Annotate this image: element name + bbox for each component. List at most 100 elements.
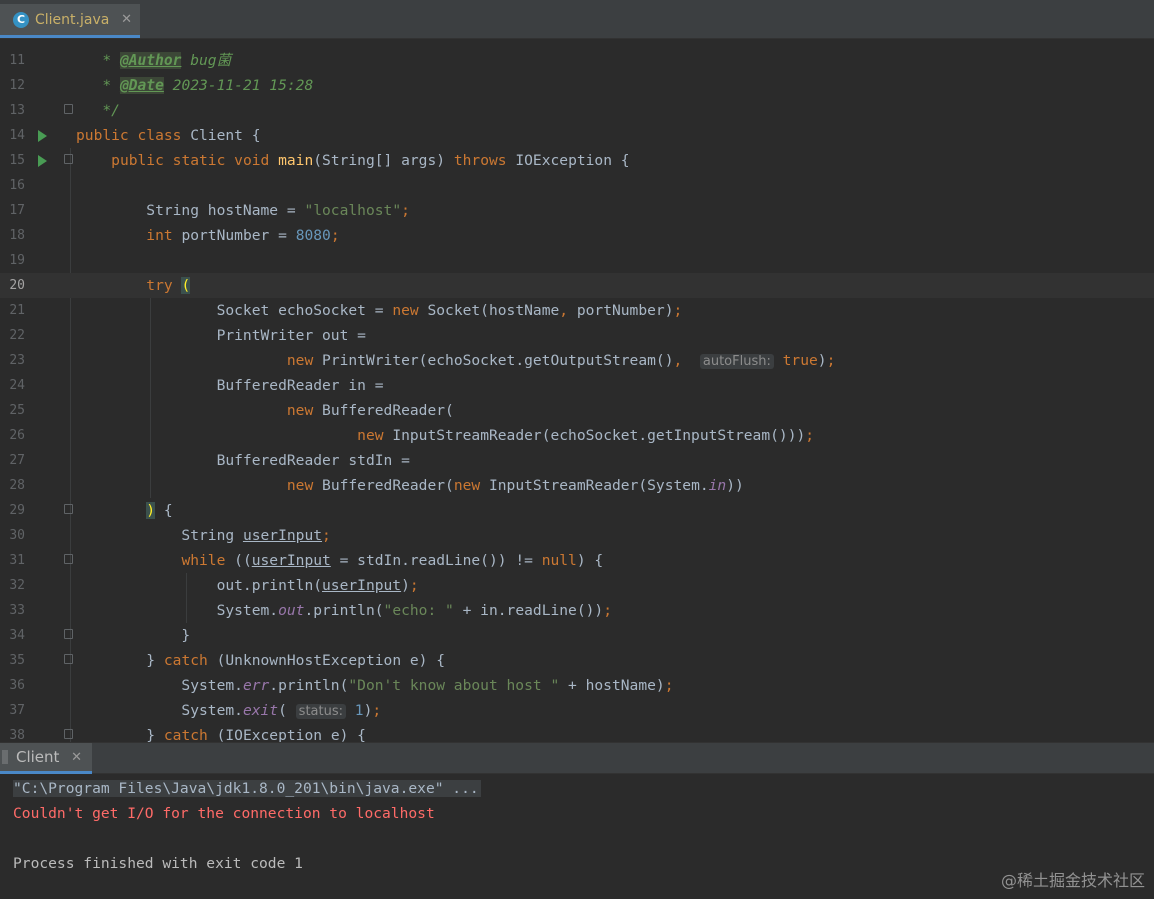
run-gutter-icon[interactable]	[38, 130, 47, 142]
console-error-line: Couldn't get I/O for the connection to l…	[13, 805, 435, 822]
code-text: try (	[146, 277, 191, 294]
code-line[interactable]: 21 Socket echoSocket = new Socket(hostNa…	[0, 298, 1154, 323]
code-text: public static void main(String[] args) t…	[111, 152, 630, 169]
line-number: 26	[9, 428, 25, 443]
line-number: 23	[9, 353, 25, 368]
line-number: 16	[9, 178, 25, 193]
code-text: */	[102, 102, 120, 119]
line-number: 17	[9, 203, 25, 218]
close-icon[interactable]: ✕	[121, 12, 132, 27]
code-text: } catch (UnknownHostException e) {	[76, 652, 446, 669]
code-line[interactable]: 30 String userInput;	[0, 523, 1154, 548]
code-text: public class Client {	[76, 127, 261, 144]
code-line[interactable]: 17 String hostName = "localhost";	[0, 198, 1154, 223]
code-text: new PrintWriter(echoSocket.getOutputStre…	[286, 352, 836, 369]
code-line[interactable]: 11 * @Author bug菌	[0, 48, 1154, 73]
line-number: 30	[9, 528, 25, 543]
code-text: ) {	[146, 502, 173, 519]
code-line[interactable]: 33 System.out.println("echo: " + in.read…	[0, 598, 1154, 623]
line-number: 11	[9, 53, 25, 68]
line-number: 22	[9, 328, 25, 343]
code-line[interactable]: 28 new BufferedReader(new InputStreamRea…	[0, 473, 1154, 498]
line-number: 21	[9, 303, 25, 318]
console-command-line: "C:\Program Files\Java\jdk1.8.0_201\bin\…	[13, 780, 481, 797]
code-text: String userInput;	[76, 527, 331, 544]
code-text: System.exit( status: 1);	[76, 702, 382, 719]
code-line[interactable]: 29 ) {	[0, 498, 1154, 523]
code-editor[interactable]: 11 * @Author bug菌 12 * @Date 2023-11-21 1…	[0, 38, 1154, 742]
fold-icon[interactable]	[64, 654, 73, 664]
code-text: PrintWriter out =	[76, 327, 366, 344]
tab-filename: Client.java	[35, 11, 110, 28]
code-line[interactable]: 18 int portNumber = 8080;	[0, 223, 1154, 248]
watermark: @稀土掘金技术社区	[1000, 871, 1145, 890]
code-text: Socket echoSocket = new Socket(hostName,…	[76, 302, 683, 319]
fold-icon[interactable]	[64, 729, 73, 739]
line-number: 32	[9, 578, 25, 593]
line-number: 33	[9, 603, 25, 618]
code-line[interactable]: 35 } catch (UnknownHostException e) {	[0, 648, 1154, 673]
tab-client-java[interactable]: C Client.java ✕	[0, 4, 140, 38]
java-class-icon: C	[13, 11, 29, 28]
code-line[interactable]: 15 public static void main(String[] args…	[0, 148, 1154, 173]
code-line[interactable]: 16	[0, 173, 1154, 198]
code-line[interactable]: 32 out.println(userInput);	[0, 573, 1154, 598]
run-tab-label: Client	[16, 748, 60, 766]
code-line[interactable]: 23 new PrintWriter(echoSocket.getOutputS…	[0, 348, 1154, 373]
line-number: 20	[9, 278, 25, 293]
run-gutter-icon[interactable]	[38, 155, 47, 167]
fold-icon[interactable]	[64, 504, 73, 514]
run-tab-client[interactable]: Client ✕	[0, 743, 92, 774]
line-number: 29	[9, 503, 25, 518]
line-number: 12	[9, 78, 25, 93]
line-number: 28	[9, 478, 25, 493]
fold-icon[interactable]	[64, 154, 73, 164]
code-line[interactable]: 27 BufferedReader stdIn =	[0, 448, 1154, 473]
code-line[interactable]: 13 */	[0, 98, 1154, 123]
run-tab-bar: Client ✕	[0, 742, 1154, 774]
run-config-icon	[2, 750, 8, 764]
line-number: 15	[9, 153, 25, 168]
code-line[interactable]: 12 * @Date 2023-11-21 15:28	[0, 73, 1154, 98]
fold-icon[interactable]	[64, 554, 73, 564]
code-line[interactable]: 19	[0, 248, 1154, 273]
editor-tab-bar: C Client.java ✕	[0, 0, 1154, 39]
code-text: System.out.println("echo: " + in.readLin…	[76, 602, 612, 619]
code-line[interactable]: 36 System.err.println("Don't know about …	[0, 673, 1154, 698]
code-text: System.err.println("Don't know about hos…	[76, 677, 674, 694]
code-line[interactable]: 37 System.exit( status: 1);	[0, 698, 1154, 723]
code-line[interactable]: 34 }	[0, 623, 1154, 648]
line-number: 27	[9, 453, 25, 468]
code-line[interactable]: 20 try (	[0, 273, 1154, 298]
code-text: new BufferedReader(	[286, 402, 454, 419]
line-number: 38	[9, 728, 25, 742]
code-text: BufferedReader stdIn =	[76, 452, 410, 469]
line-number: 34	[9, 628, 25, 643]
code-text: } catch (IOException e) {	[76, 727, 366, 742]
fold-icon[interactable]	[64, 629, 73, 639]
line-number: 35	[9, 653, 25, 668]
close-icon[interactable]: ✕	[71, 750, 82, 765]
code-line[interactable]: 22 PrintWriter out =	[0, 323, 1154, 348]
code-text: new InputStreamReader(echoSocket.getInpu…	[357, 427, 815, 444]
code-line[interactable]: 26 new InputStreamReader(echoSocket.getI…	[0, 423, 1154, 448]
code-line[interactable]: 14 public class Client {	[0, 123, 1154, 148]
code-line[interactable]: 31 while ((userInput = stdIn.readLine())…	[0, 548, 1154, 573]
line-number: 31	[9, 553, 25, 568]
code-text: int portNumber = 8080;	[146, 227, 340, 244]
line-number: 14	[9, 128, 25, 143]
line-number: 24	[9, 378, 25, 393]
code-line[interactable]: 38 } catch (IOException e) {	[0, 723, 1154, 742]
code-text: String hostName = "localhost";	[76, 202, 410, 219]
fold-icon[interactable]	[64, 104, 73, 114]
code-line[interactable]: 25 new BufferedReader(	[0, 398, 1154, 423]
line-number: 18	[9, 228, 25, 243]
code-text: * @Date 2023-11-21 15:28	[102, 77, 314, 94]
code-text: while ((userInput = stdIn.readLine()) !=…	[181, 552, 604, 569]
code-text: BufferedReader in =	[76, 377, 384, 394]
code-line[interactable]: 24 BufferedReader in =	[0, 373, 1154, 398]
code-text: * @Author bug菌	[102, 52, 232, 69]
line-number: 37	[9, 703, 25, 718]
code-text: out.println(userInput);	[76, 577, 419, 594]
code-text: new BufferedReader(new InputStreamReader…	[286, 477, 744, 494]
